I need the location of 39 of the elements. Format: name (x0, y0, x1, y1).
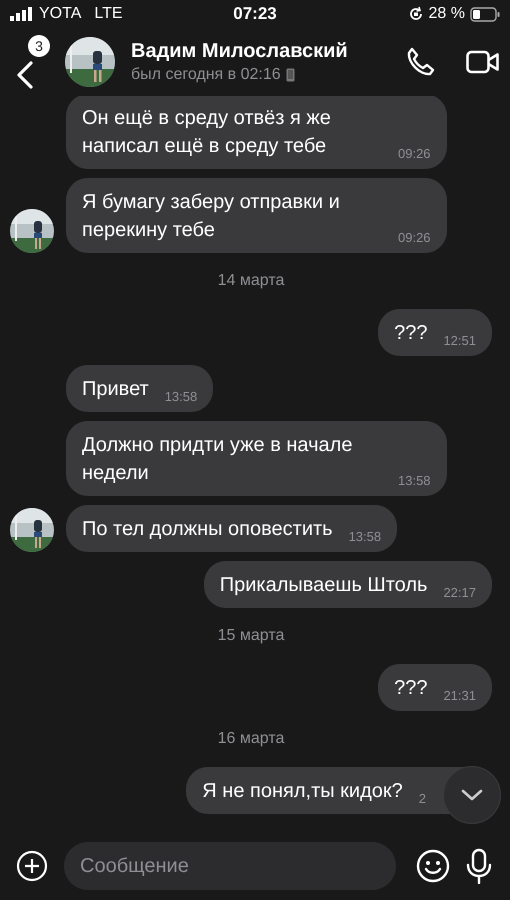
unread-count: 3 (28, 35, 50, 57)
emoji-icon[interactable] (416, 849, 450, 883)
rotation-lock-icon (408, 6, 424, 22)
message-text: Я бумагу заберу отправки и перекину тебе (82, 190, 341, 243)
date-separator: 15 марта (218, 627, 284, 645)
message-time: 12:51 (443, 333, 476, 349)
video-call-icon[interactable] (466, 50, 500, 74)
signal-icon (10, 7, 34, 21)
microphone-icon[interactable] (466, 848, 492, 884)
clock-time: 07:23 (232, 4, 278, 24)
message-time: 13:58 (348, 529, 382, 545)
message-text: Привет (82, 377, 149, 402)
message-time: 22:17 (443, 585, 476, 601)
message-text: ??? (394, 321, 428, 346)
message-time: 13:58 (164, 389, 198, 405)
message-time: 09:26 (398, 146, 431, 162)
battery-percent: 28 % (428, 5, 465, 23)
phone-device-icon (286, 68, 295, 82)
message-text: ??? (394, 676, 428, 701)
message-text: Я не понял,ты кидок? (202, 779, 403, 804)
message-time: 09:26 (398, 230, 431, 246)
message-time: 2 (418, 791, 426, 807)
message-text: Он ещё в среду отвёз я же написал ещё в среду тебе (82, 106, 332, 159)
back-icon[interactable] (16, 61, 34, 89)
add-icon[interactable] (16, 850, 48, 882)
contact-name: Вадим Милославский (131, 40, 349, 63)
date-separator: 16 марта (218, 730, 284, 748)
carrier-name: YOTA (39, 5, 82, 23)
date-separator: 14 марта (218, 272, 284, 290)
battery-icon (470, 6, 500, 22)
last-seen-text: был сегодня в 02:16 (131, 66, 281, 84)
chevron-down-icon (461, 789, 483, 801)
message-time: 13:58 (398, 473, 431, 489)
message-text: Прикалываешь Штоль (220, 573, 428, 598)
message-text: Должно придти уже в начале недели (82, 433, 354, 486)
network-type: LTE (94, 5, 123, 23)
message-input[interactable]: Сообщение (64, 842, 396, 890)
message-time: 21:31 (443, 688, 476, 704)
message-text: По тел должны оповестить (82, 517, 333, 542)
